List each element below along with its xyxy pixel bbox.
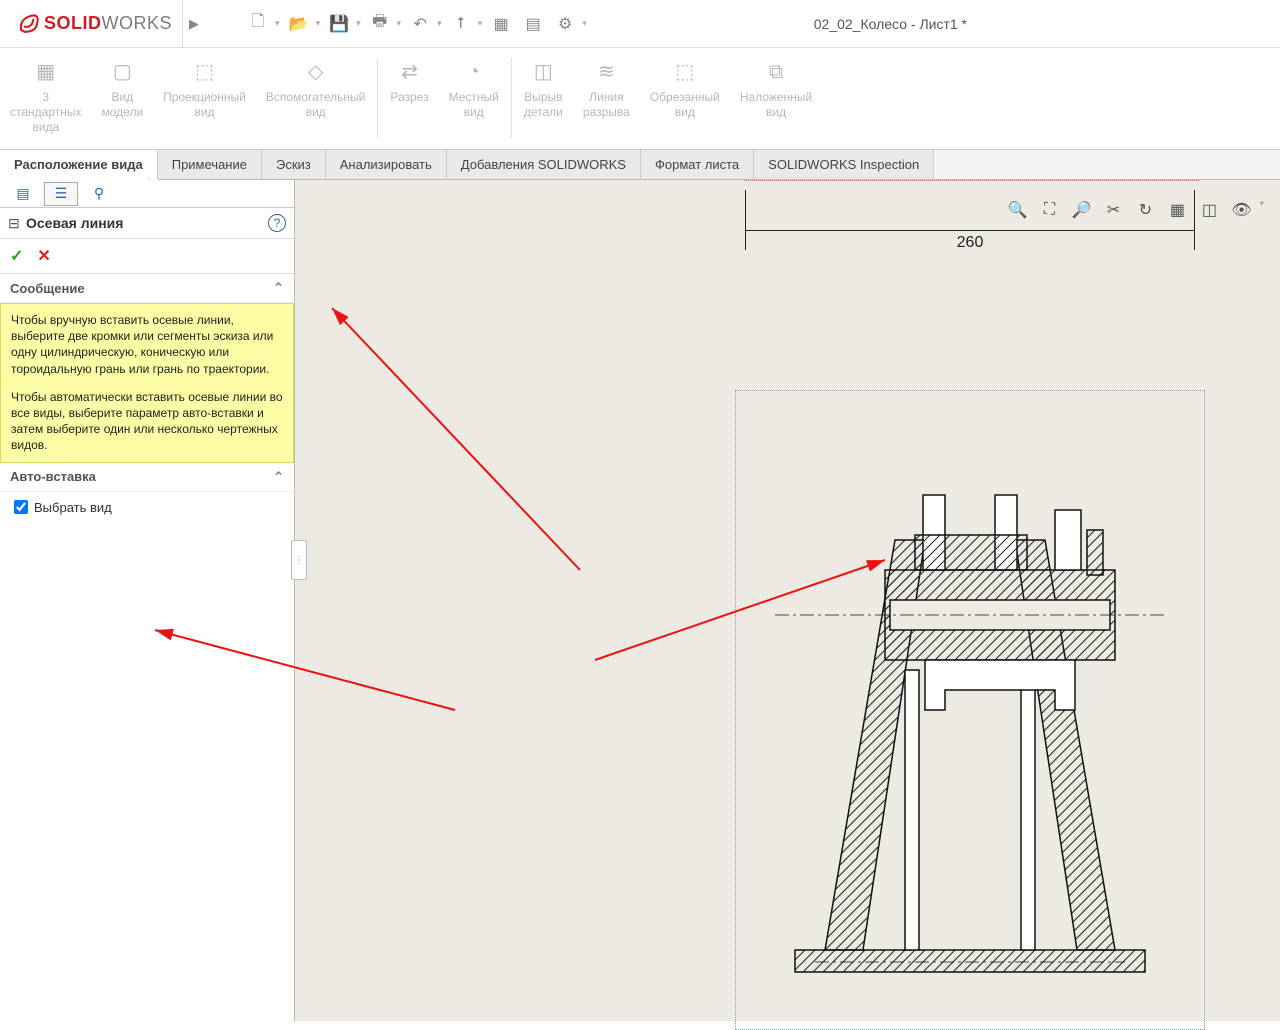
fm-tab-config[interactable]: ⚲ <box>82 182 116 206</box>
select-view-checkbox[interactable] <box>14 500 28 514</box>
ok-cancel-row: ✓ ✕ <box>0 239 294 274</box>
undo-icon[interactable]: ↶ <box>407 11 433 37</box>
ribbon-model-view[interactable]: ▢Вид модели <box>92 54 154 124</box>
app-logo: SOLIDWORKS <box>6 0 183 47</box>
tab-view-layout[interactable]: Расположение вида <box>0 150 158 180</box>
open-icon[interactable]: 📂 <box>286 11 312 37</box>
tab-sketch[interactable]: Эскиз <box>262 150 326 179</box>
ribbon-crop-view[interactable]: ⬚Обрезанный вид <box>640 54 730 124</box>
cancel-button[interactable]: ✕ <box>37 246 50 266</box>
command-tabs: Расположение вида Примечание Эскиз Анали… <box>0 150 1280 180</box>
panel-drag-handle[interactable]: ⋮ <box>291 540 307 580</box>
settings-icon[interactable]: ⚙ <box>552 11 578 37</box>
document-title: 02_02_Колесо - Лист1 * <box>587 16 1274 32</box>
centerline-icon: ⊟ <box>8 215 26 232</box>
ribbon-detail-view[interactable]: ◔Местный вид <box>439 54 509 124</box>
chevron-up-icon: ⌃ <box>273 280 284 296</box>
message-paragraph-2: Чтобы автоматически вставить осевые лини… <box>11 389 283 454</box>
help-icon[interactable]: ? <box>268 214 286 232</box>
select-view-label[interactable]: Выбрать вид <box>34 500 112 515</box>
ribbon-alternate-pos[interactable]: ⧉Наложенный вид <box>730 54 822 124</box>
ribbon-broken-out[interactable]: ◫Вырыв детали <box>514 54 573 124</box>
tab-inspection[interactable]: SOLIDWORKS Inspection <box>754 150 934 179</box>
logo-bold: SOLID <box>44 13 102 33</box>
chevron-up-icon: ⌃ <box>273 469 284 485</box>
rebuild-icon[interactable]: ▦ <box>488 11 514 37</box>
property-header: ⊟ Осевая линия ? <box>0 208 294 239</box>
drawing-canvas[interactable]: ⋮ 260 🔍 ⛶ 🔎 ✂ ↻ ▦ ◫ 👁▾ <box>295 180 1280 1021</box>
ok-button[interactable]: ✓ <box>10 246 23 266</box>
ribbon-section-view[interactable]: ⇄Разрез <box>380 54 438 109</box>
drawing-view-content <box>755 440 1185 1000</box>
message-box: Чтобы вручную вставить осевые линии, выб… <box>0 303 294 463</box>
print-icon[interactable]: 🖶 <box>367 11 393 37</box>
appearance-icon[interactable]: 👁 <box>1229 198 1253 222</box>
ribbon-break-line[interactable]: ≋Линия разрыва <box>573 54 640 124</box>
ribbon-auxiliary-view[interactable]: ◇Вспомогательный вид <box>256 54 375 124</box>
message-section-header[interactable]: Сообщение⌃ <box>0 274 294 303</box>
zoom-area-icon[interactable]: ⛶ <box>1037 198 1061 222</box>
hide-show-icon[interactable]: ◫ <box>1197 198 1221 222</box>
select-icon[interactable]: ⭡ <box>448 11 474 37</box>
ribbon-3-std-views[interactable]: ▦3 стандартных вида <box>0 54 92 139</box>
section-tool-icon[interactable]: ✂ <box>1101 198 1125 222</box>
expand-menu-icon[interactable]: ▶ <box>183 16 205 32</box>
zoom-prev-icon[interactable]: 🔎 <box>1069 198 1093 222</box>
property-manager-panel: ◦ ▤ ☰ ⚲ ⊟ Осевая линия ? ✓ ✕ Сообщение⌃ … <box>0 180 295 1021</box>
options2-icon[interactable]: ▤ <box>520 11 546 37</box>
feature-manager-tabs: ◦ ▤ ☰ ⚲ <box>0 180 294 208</box>
fm-tab-property[interactable]: ☰ <box>44 182 78 206</box>
ribbon-projected-view[interactable]: ⬚Проекционный вид <box>153 54 256 124</box>
save-icon[interactable]: 💾 <box>326 11 352 37</box>
tab-evaluate[interactable]: Анализировать <box>326 150 447 179</box>
display-style-icon[interactable]: ▦ <box>1165 198 1189 222</box>
select-view-row: Выбрать вид <box>0 492 294 523</box>
fm-tab-tree[interactable]: ▤ <box>6 182 40 206</box>
ribbon: ▦3 стандартных вида ▢Вид модели ⬚Проекци… <box>0 48 1280 150</box>
title-bar: SOLIDWORKS ▶ 🗋▾ 📂▾ 💾▾ 🖶▾ ↶▾ ⭡▾ ▦ ▤ ⚙▾ 02… <box>0 0 1280 48</box>
auto-insert-section-header[interactable]: Авто-вставка⌃ <box>0 463 294 492</box>
tab-sheet-format[interactable]: Формат листа <box>641 150 754 179</box>
new-doc-icon[interactable]: 🗋 <box>245 11 271 37</box>
message-paragraph-1: Чтобы вручную вставить осевые линии, выб… <box>11 312 283 377</box>
rotate-icon[interactable]: ↻ <box>1133 198 1157 222</box>
heads-up-toolbar: 🔍 ⛶ 🔎 ✂ ↻ ▦ ◫ 👁▾ <box>999 194 1270 226</box>
tab-addins[interactable]: Добавления SOLIDWORKS <box>447 150 641 179</box>
quick-access-toolbar: 🗋▾ 📂▾ 💾▾ 🖶▾ ↶▾ ⭡▾ ▦ ▤ ⚙▾ <box>245 11 587 37</box>
logo-thin: WORKS <box>102 13 173 33</box>
dimension-value: 260 <box>745 234 1195 252</box>
property-title: Осевая линия <box>26 215 268 231</box>
zoom-fit-icon[interactable]: 🔍 <box>1005 198 1029 222</box>
tab-annotation[interactable]: Примечание <box>158 150 262 179</box>
